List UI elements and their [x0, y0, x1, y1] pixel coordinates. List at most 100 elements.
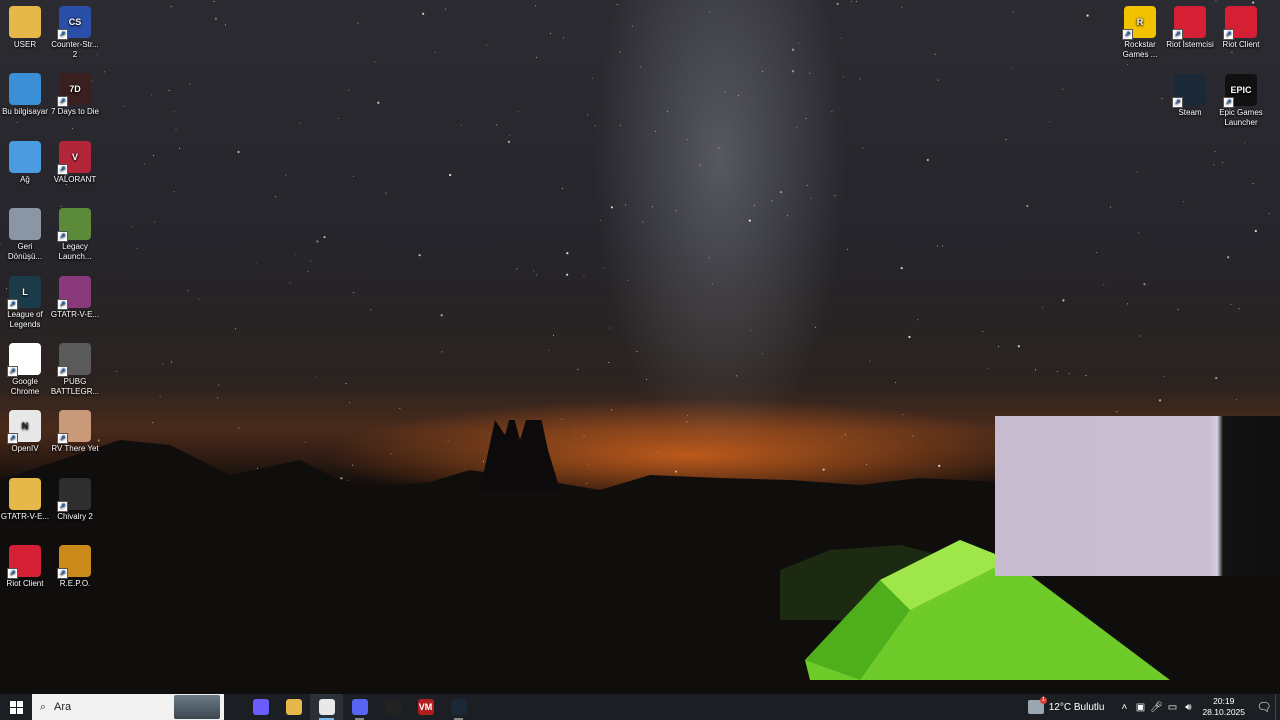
microphone-icon[interactable]: 🎤︎: [1148, 702, 1164, 713]
star: [154, 221, 156, 223]
desktop-shortcut[interactable]: Bu bilgisayar: [0, 73, 50, 117]
tray-app-icon[interactable]: ▣: [1132, 702, 1148, 713]
desktop-shortcut[interactable]: V ↗ VALORANT: [50, 140, 100, 185]
taskbar-app-voicemeeter[interactable]: VM: [409, 694, 442, 720]
star: [608, 362, 610, 364]
taskbar-app-file-explorer[interactable]: [277, 694, 310, 720]
desktop-shortcut[interactable]: N ↗ OpenIV: [0, 410, 50, 454]
desktop-shortcut[interactable]: ↗ Chivalry 2: [50, 477, 100, 522]
search-placeholder: Ara: [54, 701, 72, 713]
show-desktop-button[interactable]: [1275, 694, 1280, 720]
desktop-shortcut[interactable]: L ↗ League of Legends: [0, 275, 50, 330]
star: [422, 12, 425, 15]
star: [1062, 299, 1065, 302]
desktop-shortcut[interactable]: ↗ Riot Client: [0, 545, 50, 589]
star: [600, 219, 602, 221]
star: [285, 174, 287, 176]
chevron-up-icon[interactable]: ˄: [1116, 702, 1132, 713]
taskbar-app-steam[interactable]: [442, 694, 475, 720]
star: [908, 335, 911, 339]
folder-icon: [9, 477, 41, 510]
taskbar-app-discord[interactable]: [343, 694, 376, 720]
desktop-icon-label: Ağ: [20, 174, 30, 184]
desktop-shortcut[interactable]: ↗ Google Chrome: [0, 343, 50, 397]
star: [602, 267, 604, 269]
desktop-shortcut[interactable]: Ağ: [0, 140, 50, 185]
shortcut-arrow-icon: ↗: [57, 96, 68, 108]
system-tray: 1 12°C Bulutlu ˄ ▣ 🎤︎ ▭ 🔊︎ 20:19 28.10.2…: [1027, 694, 1280, 720]
star: [170, 5, 172, 7]
desktop-shortcut[interactable]: ↗ R.E.P.O.: [50, 545, 100, 589]
desktop-shortcut[interactable]: USER: [0, 6, 50, 50]
star: [535, 5, 537, 7]
desktop-shortcut[interactable]: ↗ PUBG BATTLEGR...: [50, 343, 100, 397]
shortcut-arrow-icon: ↗: [57, 568, 68, 580]
star: [1068, 373, 1070, 375]
desktop-shortcut[interactable]: CS ↗ Counter-Str... 2: [50, 6, 100, 60]
star: [345, 382, 347, 384]
star: [173, 191, 175, 193]
desktop-shortcut[interactable]: GTATR-V-E...: [0, 477, 50, 522]
star: [869, 360, 871, 362]
star: [645, 378, 647, 380]
star: [831, 111, 833, 113]
desktop-shortcut[interactable]: ↗ GTATR-V-E...: [50, 275, 100, 320]
desktop-icon-label: Google Chrome: [10, 377, 40, 396]
star: [315, 376, 317, 378]
desktop-shortcut[interactable]: ↗ Legacy Launch...: [50, 208, 100, 262]
star: [348, 89, 350, 91]
star: [175, 128, 177, 130]
star: [631, 25, 633, 27]
star: [1230, 304, 1232, 306]
desktop-shortcut[interactable]: EPIC ↗ Epic Games Launcher: [1216, 74, 1266, 128]
star: [1163, 376, 1165, 378]
taskbar-search-box[interactable]: ⌕ Ara: [32, 694, 224, 720]
video-overlay-window[interactable]: [995, 416, 1280, 576]
star: [1127, 303, 1129, 305]
star: [736, 375, 738, 377]
star: [894, 381, 896, 383]
desktop-shortcut[interactable]: 7D ↗ 7 Days to Die: [50, 73, 100, 117]
star: [708, 257, 710, 259]
desktop-shortcut[interactable]: Geri Dönüşü...: [0, 208, 50, 262]
network-icon[interactable]: ▭: [1164, 702, 1180, 713]
star: [652, 206, 654, 208]
desktop-icon-label: Steam: [1178, 108, 1202, 117]
search-icon: ⌕: [39, 700, 47, 713]
start-button[interactable]: [0, 694, 32, 720]
weather-widget[interactable]: 1 12°C Bulutlu: [1027, 697, 1104, 714]
star: [675, 210, 677, 212]
chrome-icon: [318, 699, 335, 715]
desktop-icon-label: Chivalry 2: [57, 511, 93, 521]
notification-center-icon[interactable]: 🗨︎: [1253, 700, 1275, 714]
weather-badge: 1: [1039, 697, 1047, 704]
desktop-shortcut[interactable]: ↗ Riot Client: [1216, 6, 1266, 50]
star: [856, 0, 858, 2]
shortcut-arrow-icon: ↗: [7, 568, 18, 580]
taskbar-app-capture-tool[interactable]: [376, 694, 409, 720]
desktop-icon-label: Riot İstemcisi: [1166, 40, 1214, 49]
desktop-icon-label: RV There Yet: [51, 444, 99, 454]
repo-icon: ↗: [57, 545, 91, 580]
taskbar-app-copilot[interactable]: [244, 694, 277, 720]
volume-icon[interactable]: 🔊︎: [1180, 702, 1196, 713]
star: [609, 327, 611, 329]
star: [997, 346, 999, 348]
star: [516, 268, 518, 270]
star: [553, 334, 555, 336]
desktop-shortcut[interactable]: ↗ Steam: [1165, 74, 1215, 118]
star: [535, 56, 537, 58]
desktop-shortcut[interactable]: ↗ Riot İstemcisi: [1165, 6, 1215, 50]
clock[interactable]: 20:19 28.10.2025: [1202, 696, 1245, 718]
star: [750, 329, 752, 331]
star: [666, 111, 668, 113]
desktop-shortcut[interactable]: R ↗ Rockstar Games ...: [1115, 6, 1165, 60]
star: [1254, 229, 1257, 233]
desktop-shortcut[interactable]: ↗ RV There Yet: [50, 410, 100, 454]
star: [310, 260, 312, 262]
star: [779, 191, 783, 194]
taskbar-app-chrome[interactable]: [310, 694, 343, 720]
clock-date: 28.10.2025: [1202, 707, 1245, 717]
star: [620, 124, 622, 126]
star: [859, 78, 861, 80]
